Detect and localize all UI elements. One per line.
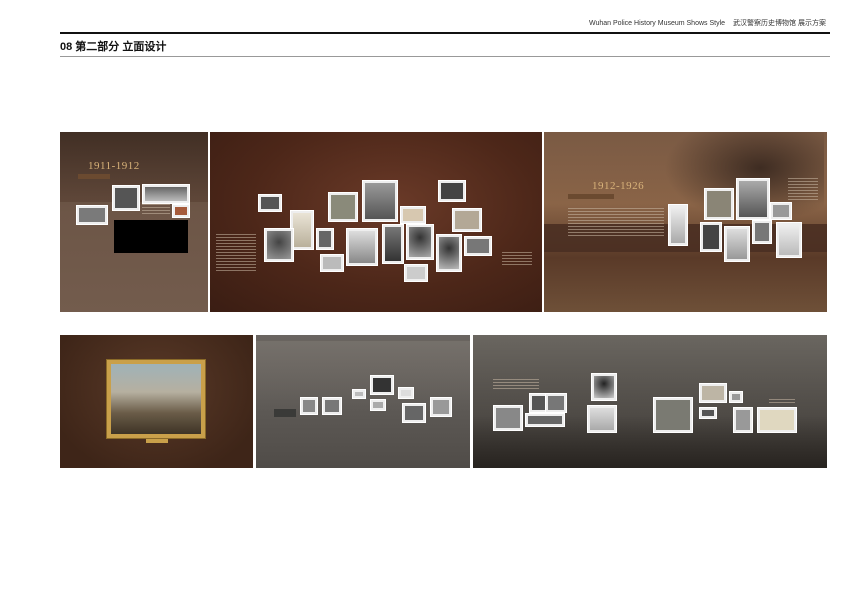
photo — [452, 208, 482, 232]
photo — [770, 202, 792, 220]
panel-year: 1911-1912 — [88, 160, 140, 172]
photo — [382, 224, 404, 264]
photo — [402, 403, 426, 423]
title-rule — [60, 56, 830, 57]
photo — [724, 226, 750, 262]
photo — [370, 399, 386, 411]
photo — [436, 234, 462, 272]
photo — [591, 373, 617, 401]
photo — [404, 264, 428, 282]
photo — [264, 228, 294, 262]
panel-war — [473, 335, 827, 468]
panel-year: 1912-1926 — [592, 180, 645, 192]
photo — [322, 397, 342, 415]
photo — [328, 192, 358, 222]
panel-1912-1926: 1912-1926 — [544, 132, 827, 312]
photo — [316, 228, 334, 250]
photo — [587, 405, 617, 433]
photo — [438, 180, 466, 202]
page-title: 08 第二部分 立面设计 — [60, 41, 167, 53]
photo — [274, 409, 296, 417]
photo — [398, 387, 414, 399]
photo — [362, 180, 398, 222]
photo — [346, 228, 378, 266]
photo — [400, 206, 426, 224]
photo — [406, 224, 434, 260]
header-english-title: Wuhan Police History Museum Shows Style — [589, 20, 726, 27]
header-rule — [60, 32, 830, 34]
painting-canvas — [111, 364, 201, 434]
video-screen — [114, 220, 188, 253]
header-subtitle: Wuhan Police History Museum Shows Style 武… — [589, 18, 826, 28]
header-chinese-title: 武汉警察历史博物馆 展示方案 — [733, 20, 826, 27]
photo — [352, 389, 366, 399]
panel-subtitle-bar — [78, 174, 110, 179]
photo — [668, 204, 688, 246]
painting-plaque — [146, 439, 168, 443]
photo — [653, 397, 693, 433]
photo — [699, 383, 727, 403]
photo — [112, 185, 140, 211]
text-block — [493, 379, 539, 389]
photo — [370, 375, 394, 395]
photo — [752, 220, 772, 244]
text-block — [502, 252, 532, 266]
photo — [258, 194, 282, 212]
panel-subtitle-bar — [568, 194, 614, 199]
text-block — [788, 178, 818, 202]
panel-wall-photos — [210, 132, 542, 312]
photo — [736, 178, 770, 220]
photo — [300, 397, 318, 415]
photo — [776, 222, 802, 258]
photo — [76, 205, 108, 225]
text-block — [769, 399, 795, 405]
painting-frame — [106, 359, 206, 439]
photo — [464, 236, 492, 256]
photo — [172, 204, 190, 218]
photo — [699, 407, 717, 419]
text-block — [216, 234, 256, 272]
panel-building — [256, 335, 470, 468]
photo — [545, 393, 567, 413]
panel-1911-1912: 1911-1912 — [60, 132, 208, 312]
text-block — [142, 204, 170, 216]
photo — [700, 222, 722, 252]
photo — [430, 397, 452, 417]
photo — [704, 188, 734, 220]
photo — [320, 254, 344, 272]
photo — [729, 391, 743, 403]
photo — [757, 407, 797, 433]
photo — [525, 413, 565, 427]
photo — [142, 184, 190, 204]
photo — [733, 407, 753, 433]
photo — [493, 405, 523, 431]
panel-painting — [60, 335, 253, 468]
text-block — [568, 208, 664, 236]
